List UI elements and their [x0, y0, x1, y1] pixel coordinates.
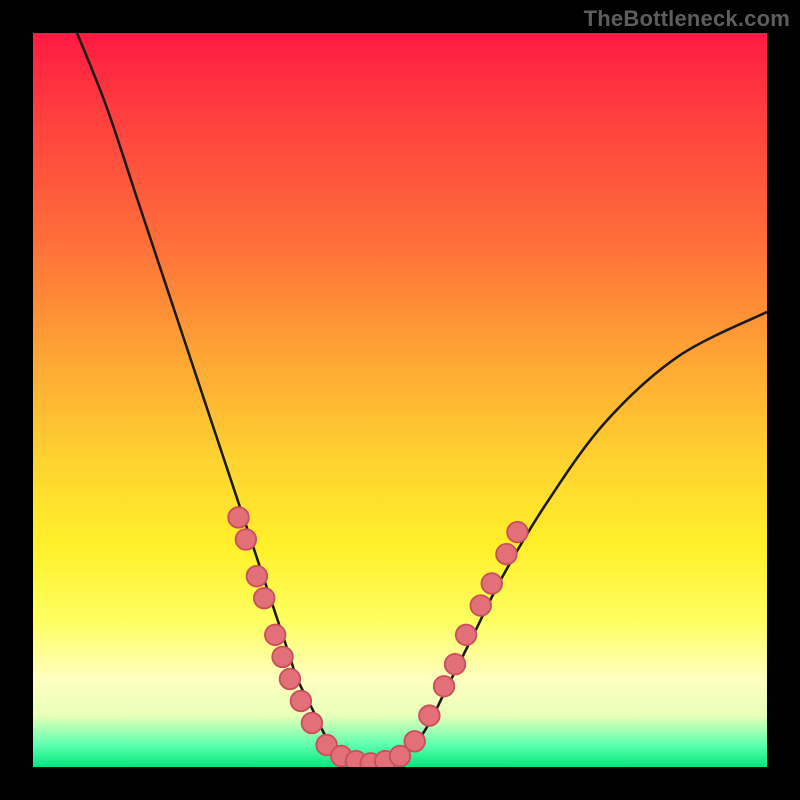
watermark-text: TheBottleneck.com	[584, 6, 790, 32]
data-marker	[265, 625, 286, 646]
data-marker	[302, 713, 323, 734]
data-marker	[496, 544, 517, 565]
data-marker	[236, 529, 257, 550]
data-marker	[507, 522, 528, 543]
data-marker	[404, 731, 425, 752]
data-marker	[228, 507, 249, 528]
marker-group	[228, 507, 527, 767]
data-marker	[280, 669, 301, 690]
data-marker	[272, 647, 293, 668]
data-marker	[291, 691, 312, 712]
data-marker	[254, 588, 275, 609]
data-marker	[434, 676, 455, 697]
data-marker	[456, 625, 477, 646]
data-marker	[481, 573, 502, 594]
curve-svg	[33, 33, 767, 767]
data-marker	[419, 705, 440, 726]
bottleneck-curve	[77, 33, 767, 767]
data-marker	[470, 595, 491, 616]
data-marker	[445, 654, 466, 675]
chart-frame: TheBottleneck.com	[0, 0, 800, 800]
data-marker	[247, 566, 268, 587]
plot-area	[33, 33, 767, 767]
